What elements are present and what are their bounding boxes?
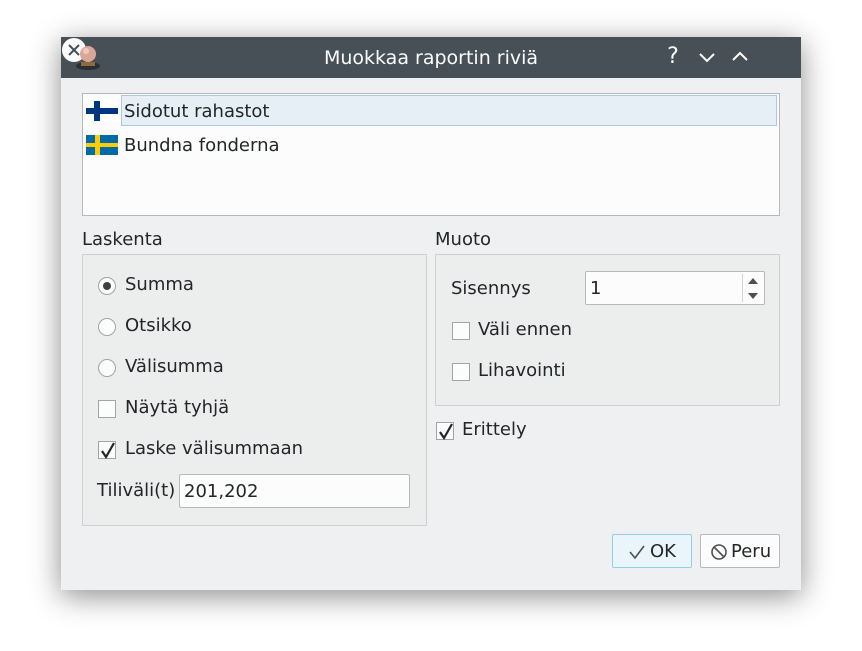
tilivali-label: Tiliväli(t) — [97, 480, 176, 501]
laskenta-group: Summa Otsikko Välisumma Näytä tyhjä Lask… — [82, 254, 427, 526]
tilivali-input[interactable]: 201,202 — [179, 474, 410, 508]
help-button[interactable]: ? — [661, 45, 685, 69]
list-item-swedish[interactable]: Bundna fonderna — [83, 129, 779, 161]
minimize-icon[interactable] — [695, 45, 719, 69]
sweden-flag-icon — [86, 135, 118, 155]
list-item-label: Bundna fonderna — [124, 135, 280, 156]
check-icon — [439, 423, 453, 440]
window-title: Muokkaa raportin riviä — [323, 47, 539, 69]
laske-valisummaan-checkbox[interactable] — [98, 441, 116, 459]
check-icon — [101, 442, 115, 459]
spin-up-icon[interactable] — [743, 273, 763, 289]
summa-radio[interactable] — [98, 277, 116, 295]
muoto-group-title: Muoto — [435, 229, 492, 250]
maximize-icon[interactable] — [728, 45, 752, 69]
ok-label: OK — [650, 541, 676, 562]
valisumma-radio[interactable] — [98, 359, 116, 377]
summa-label: Summa — [125, 274, 194, 295]
language-list[interactable]: Sidotut rahastot Bundna fonderna — [82, 93, 780, 216]
otsikko-radio[interactable] — [98, 318, 116, 336]
nayta-tyhja-checkbox[interactable] — [98, 400, 116, 418]
spin-down-icon[interactable] — [743, 288, 763, 304]
lihavointi-label: Lihavointi — [478, 360, 566, 381]
ok-button[interactable]: OK — [612, 534, 692, 568]
valisumma-label: Välisumma — [125, 356, 224, 377]
dialog-window: Muokkaa raportin riviä ? Sidotut rahasto… — [61, 37, 801, 590]
nayta-tyhja-label: Näytä tyhjä — [125, 397, 230, 418]
erittely-label: Erittely — [462, 419, 527, 440]
laske-valisummaan-label: Laske välisummaan — [125, 438, 304, 459]
cancel-button[interactable]: Peru — [700, 534, 780, 568]
list-item-label: Sidotut rahastot — [124, 101, 270, 122]
cancel-icon — [711, 544, 727, 560]
cancel-label: Peru — [731, 541, 772, 562]
list-item-finnish[interactable]: Sidotut rahastot — [83, 95, 779, 127]
vali-ennen-label: Väli ennen — [478, 319, 573, 340]
erittely-checkbox[interactable] — [436, 422, 454, 440]
finland-flag-icon — [86, 101, 118, 121]
muoto-group: Sisennys 1 Väli ennen Lihavointi — [435, 254, 780, 406]
titlebar[interactable]: Muokkaa raportin riviä ? — [61, 37, 801, 78]
vali-ennen-checkbox[interactable] — [452, 322, 470, 340]
checkmark-icon — [629, 545, 645, 560]
tilivali-value: 201,202 — [184, 481, 259, 502]
sisennys-value: 1 — [590, 278, 602, 299]
sisennys-spinbox[interactable]: 1 — [585, 271, 765, 305]
lihavointi-checkbox[interactable] — [452, 363, 470, 381]
laskenta-group-title: Laskenta — [82, 229, 163, 250]
otsikko-label: Otsikko — [125, 315, 192, 336]
sisennys-label: Sisennys — [451, 278, 531, 299]
